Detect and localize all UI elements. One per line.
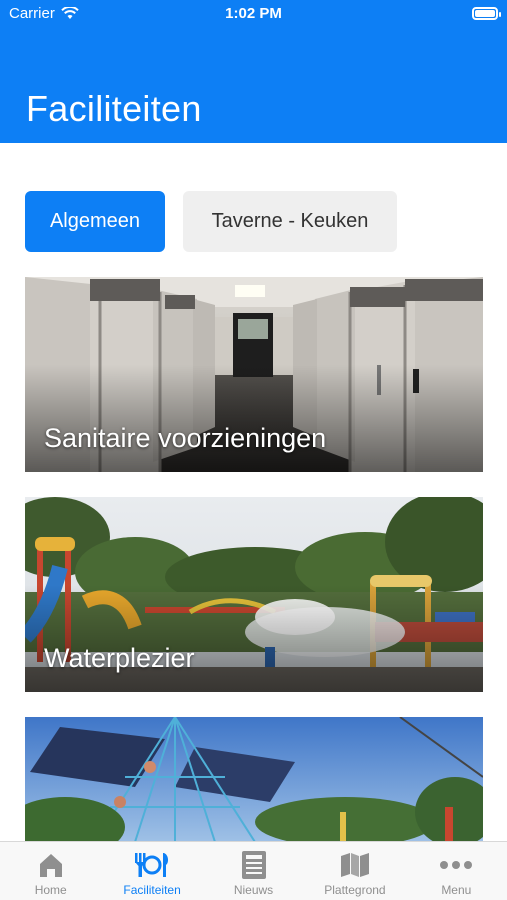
card-label-waterplezier: Waterplezier [44,643,195,673]
card-label-sanitair: Sanitaire voorzieningen [44,423,327,453]
facility-card-speeltuin[interactable] [25,717,483,842]
tab-faciliteiten-label: Faciliteiten [123,883,181,897]
app-header: Carrier 1:02 PM Faciliteiten [0,0,507,143]
map-icon [340,850,370,880]
more-icon [439,850,473,880]
tab-algemeen[interactable]: Algemeen [25,191,165,252]
category-tabs: Algemeen Taverne - Keuken [25,191,397,252]
tab-menu[interactable]: Menu [406,842,507,900]
clock: 1:02 PM [225,5,282,22]
newspaper-icon [241,850,267,880]
tab-taverne-keuken[interactable]: Taverne - Keuken [183,191,397,252]
speeltuin-photo [25,717,483,842]
tab-faciliteiten[interactable]: Faciliteiten [101,842,202,900]
tab-menu-label: Menu [441,883,472,897]
status-bar: Carrier 1:02 PM [0,0,507,28]
facility-card-waterplezier[interactable]: Waterplezier [25,497,483,692]
tab-plattegrond[interactable]: Plattegrond [304,842,405,900]
tab-plattegrond-label: Plattegrond [324,883,386,897]
battery-icon [472,7,501,20]
facility-card-sanitair[interactable]: Sanitaire voorzieningen [25,277,483,472]
home-icon [37,850,65,880]
tab-nieuws-label: Nieuws [233,883,274,897]
page-title: Faciliteiten [26,88,202,129]
tab-home-label: Home [34,883,67,897]
cutlery-icon [132,850,172,880]
tab-home[interactable]: Home [0,842,101,900]
bottom-tab-bar: Home Faciliteiten Nieuws Plattegrond Men… [0,841,507,900]
tab-nieuws[interactable]: Nieuws [203,842,304,900]
